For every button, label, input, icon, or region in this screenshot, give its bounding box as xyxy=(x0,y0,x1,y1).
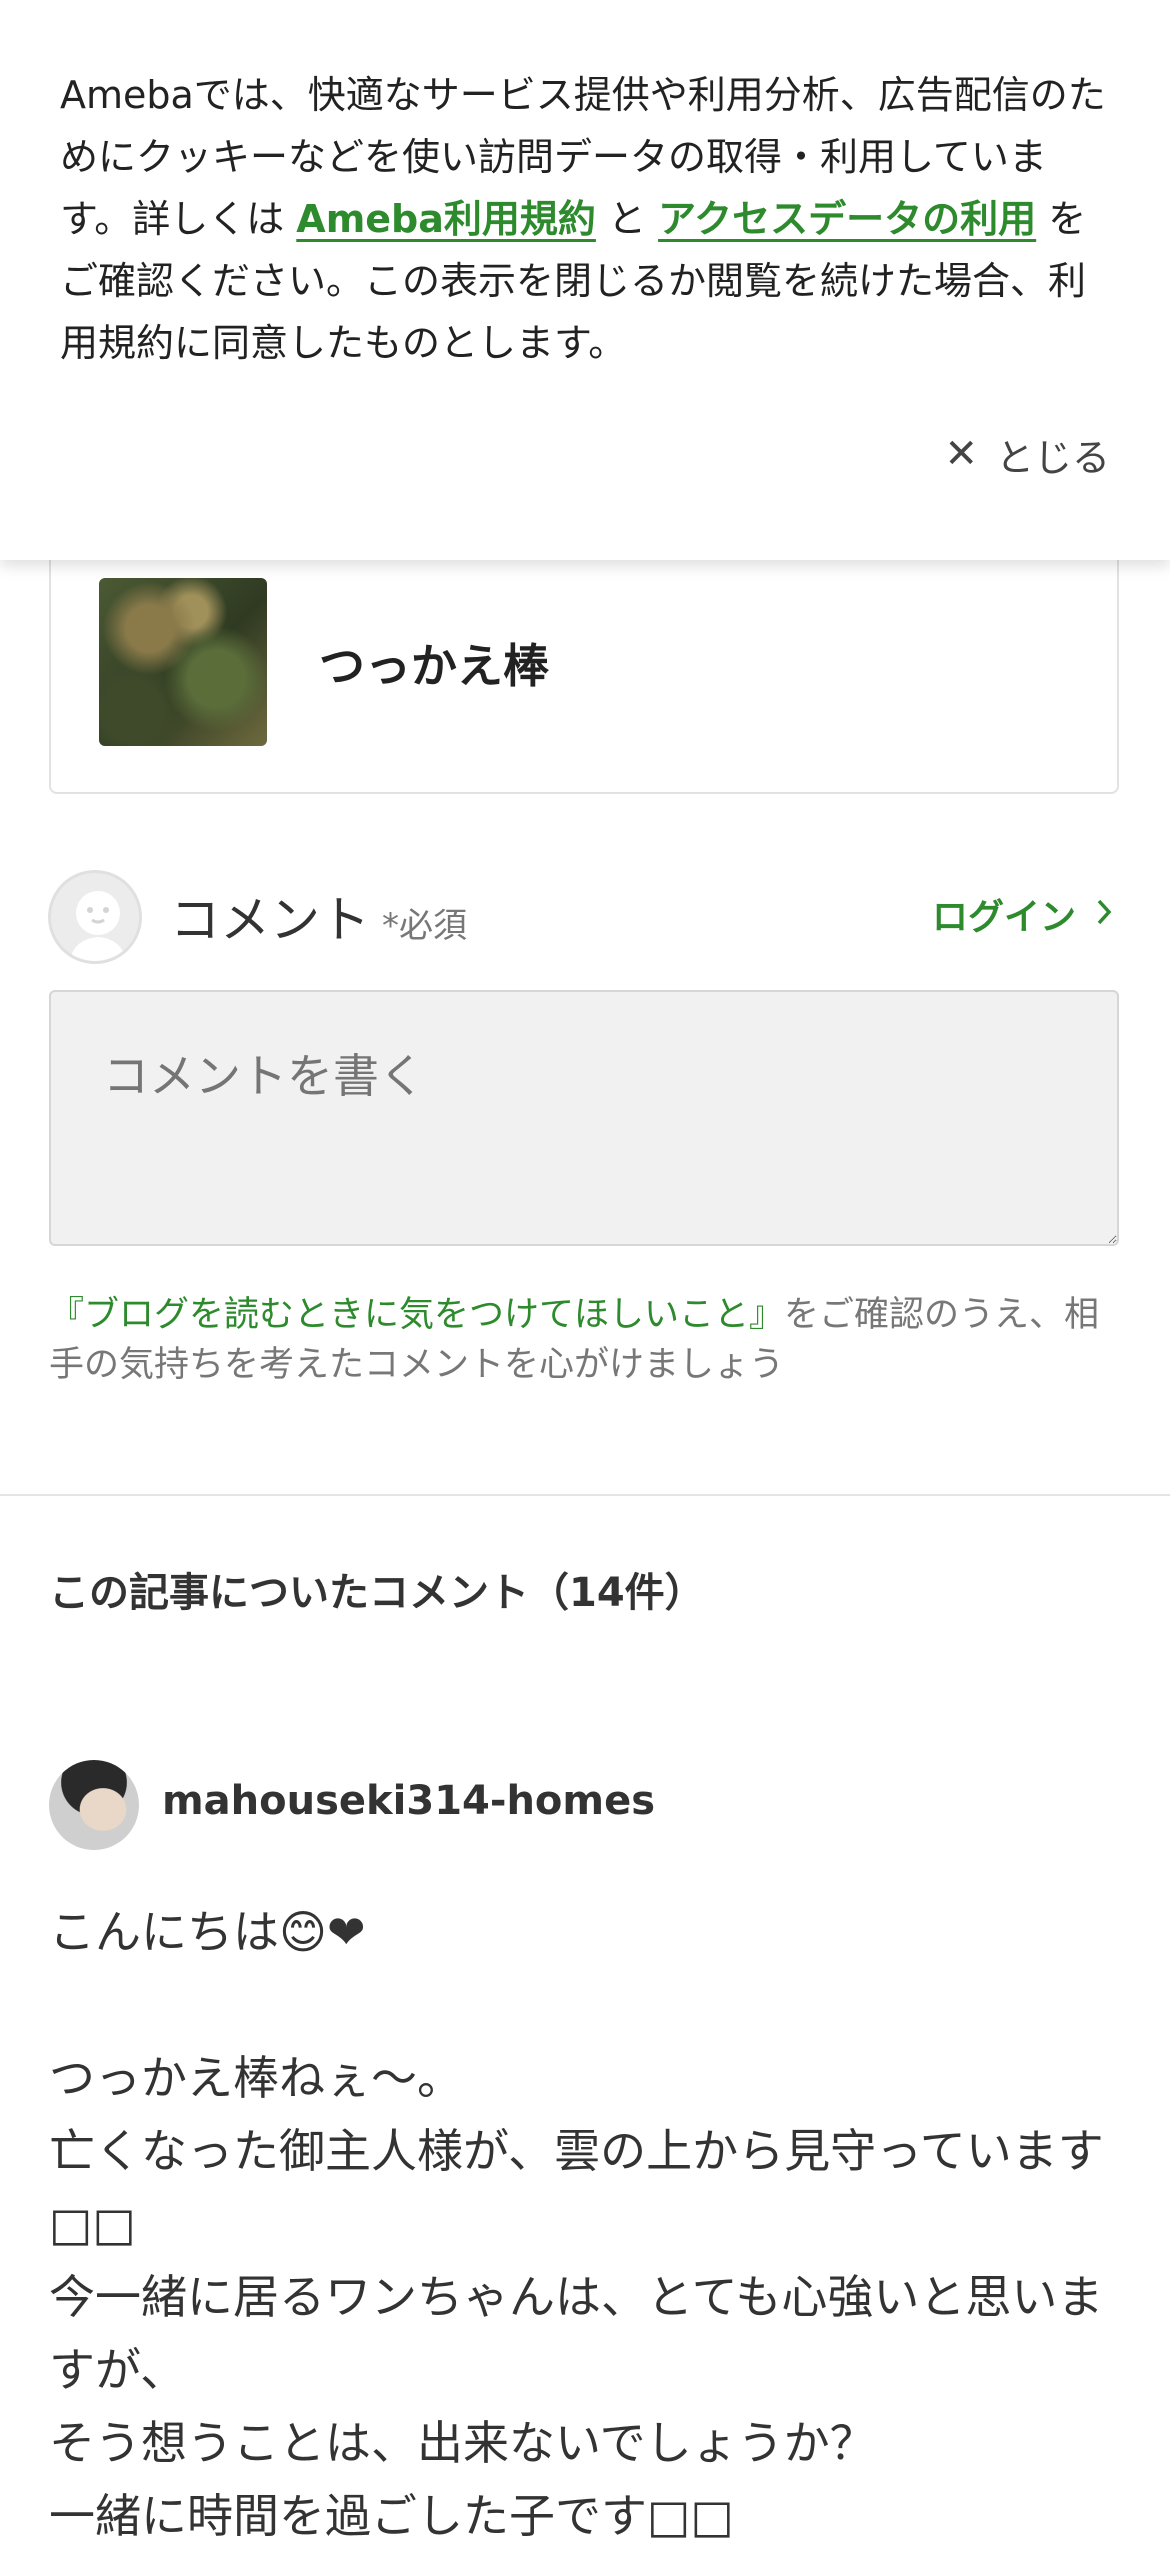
comment-line: 今一緒に居るワンちゃんは、とても心強いと思いますが、 xyxy=(49,2270,1104,2397)
comment-guideline-notice: 『ブログを読むときに気をつけてほしいこと』をご確認のうえ、相手の気持ちを考えたコ… xyxy=(49,1290,1119,1390)
commenter-name[interactable]: mahouseki314-homes xyxy=(162,1778,655,1824)
close-button[interactable]: ✕ とじる xyxy=(944,424,1110,484)
section-divider xyxy=(0,1494,1170,1496)
comment-line: 一緒に時間を過ごした子です□□ xyxy=(49,2489,734,2543)
close-icon: ✕ xyxy=(944,431,978,477)
cookie-banner: Amebaでは、快適なサービス提供や利用分析、広告配信のためにクッキーなどを使い… xyxy=(0,0,1170,560)
cookie-text-part: と xyxy=(595,197,659,241)
comment-heading: コメント xyxy=(170,891,370,949)
avatar[interactable] xyxy=(49,1760,139,1850)
comment-line: つっかえ棒ねぇ〜。 xyxy=(49,2051,463,2105)
comment-line: 亡くなった御主人様が、雲の上から見守っています□□ xyxy=(49,2124,1104,2251)
chevron-right-icon xyxy=(1096,894,1112,935)
comment-line: そう想うことは、出来ないでしょうか？ xyxy=(49,2416,876,2470)
avatar-placeholder-icon xyxy=(48,870,142,964)
comment-input[interactable] xyxy=(49,990,1119,1246)
login-link[interactable]: ログイン xyxy=(932,888,1112,940)
login-label: ログイン xyxy=(931,897,1076,938)
required-note: *必須 xyxy=(382,906,467,946)
comment-line: こんにちは😊❤ xyxy=(49,1905,366,1959)
access-data-link[interactable]: アクセスデータの利用 xyxy=(658,197,1036,241)
article-thumbnail xyxy=(99,578,267,746)
guideline-link[interactable]: 『ブログを読むときに気をつけてほしいこと』 xyxy=(49,1295,784,1335)
close-label: とじる xyxy=(995,435,1110,480)
cookie-notice-text: Amebaでは、快適なサービス提供や利用分析、広告配信のためにクッキーなどを使い… xyxy=(60,64,1112,374)
article-card-title: つっかえ棒 xyxy=(319,639,549,693)
comment-body: こんにちは😊❤ つっかえ棒ねぇ〜。 亡くなった御主人様が、雲の上から見守っていま… xyxy=(49,1896,1119,2553)
comments-heading: この記事についたコメント（14件） xyxy=(49,1570,705,1616)
comment-line xyxy=(49,1969,1119,2042)
terms-link[interactable]: Ameba利用規約 xyxy=(296,197,596,241)
